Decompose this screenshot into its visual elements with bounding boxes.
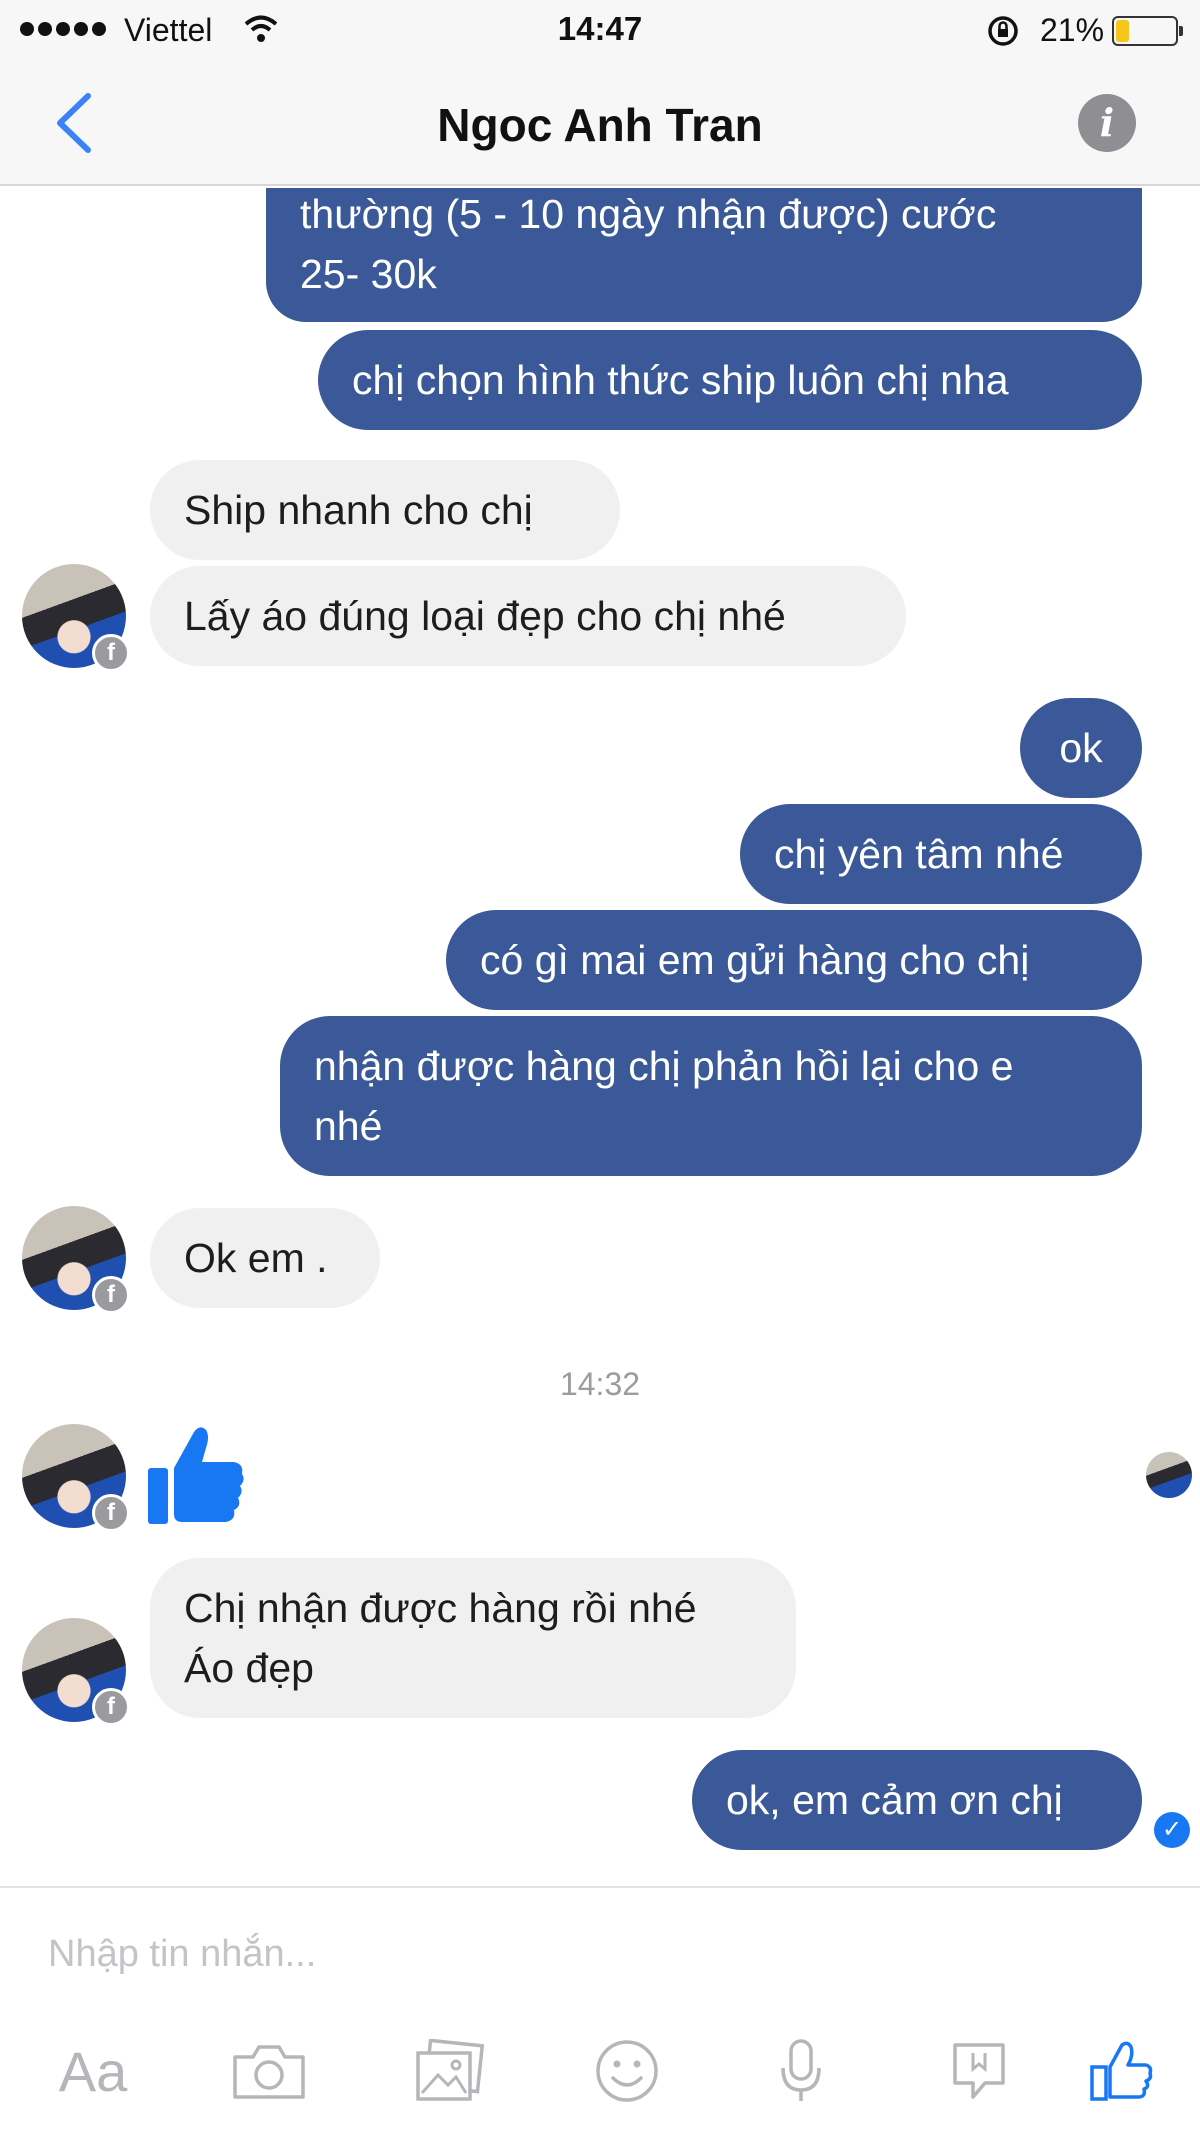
emoji-icon [596, 2040, 658, 2102]
message-bubble-outgoing[interactable]: ok [1020, 698, 1142, 798]
message-text: có gì mai em gửi hàng cho chị [480, 937, 1030, 983]
message-text: Ship nhanh cho chị [184, 487, 533, 533]
status-time: 14:47 [557, 10, 643, 47]
message-bubble-outgoing[interactable]: chị yên tâm nhé [740, 804, 1142, 904]
message-input[interactable] [48, 1924, 1148, 1984]
message-bubble-incoming[interactable]: Ship nhanh cho chị [150, 460, 620, 560]
voice-button[interactable] [756, 2036, 846, 2106]
facebook-badge-icon: f [92, 634, 130, 672]
info-button[interactable]: i [1078, 94, 1136, 152]
battery-percentage: 21% [1040, 12, 1105, 48]
microphone-icon [781, 2039, 821, 2101]
message-text: chị yên tâm nhé [774, 831, 1064, 877]
message-text: ok, em cảm ơn chị [726, 1777, 1063, 1823]
thumbs-up-icon[interactable] [146, 1424, 246, 1528]
message-text: nhé [314, 1103, 383, 1149]
text-format-button[interactable]: Aa [48, 2036, 138, 2106]
seen-indicator-avatar [1146, 1452, 1192, 1498]
message-bubble-incoming[interactable]: Ok em . [150, 1208, 380, 1308]
message-bubble-outgoing[interactable]: chị chọn hình thức ship luôn chị nha [318, 330, 1142, 430]
delivered-check-icon: ✓ [1154, 1812, 1190, 1848]
conversation-header: Ngoc Anh Tran i [0, 62, 1200, 186]
facebook-badge-icon: f [92, 1688, 130, 1726]
message-text: Chị nhận được hàng rồi nhé [184, 1585, 697, 1631]
contact-avatar[interactable]: f [22, 1618, 130, 1726]
message-bubble-outgoing[interactable]: thường (5 - 10 ngày nhận được) cước 25- … [266, 188, 1142, 322]
camera-icon [233, 2045, 305, 2099]
message-text: chị chọn hình thức ship luôn chị nha [352, 357, 1009, 403]
message-text: Ok em . [184, 1235, 328, 1281]
status-bar: Viettel 14:47 21% [0, 0, 1200, 62]
message-list[interactable]: thường (5 - 10 ngày nhận được) cước 25- … [0, 188, 1200, 1886]
message-bubble-outgoing[interactable]: nhận được hàng chị phản hồi lại cho e nh… [280, 1016, 1142, 1176]
message-bubble-incoming[interactable]: Lấy áo đúng loại đẹp cho chị nhé [150, 566, 906, 666]
message-bubble-incoming[interactable]: Chị nhận được hàng rồi nhé Áo đẹp [150, 1558, 796, 1718]
message-text: 25- 30k [300, 251, 437, 297]
contact-avatar[interactable]: f [22, 1206, 130, 1314]
message-text: ok [1059, 725, 1103, 771]
message-bubble-outgoing[interactable]: có gì mai em gửi hàng cho chị [446, 910, 1142, 1010]
battery-icon [1112, 16, 1183, 46]
like-button[interactable] [1076, 2036, 1166, 2106]
message-text: Lấy áo đúng loại đẹp cho chị nhé [184, 593, 786, 639]
emoji-button[interactable] [582, 2036, 672, 2106]
contact-avatar[interactable]: f [22, 564, 130, 672]
message-composer: Aa [0, 1886, 1200, 2133]
contact-name-title: Ngoc Anh Tran [437, 99, 763, 151]
contact-avatar[interactable]: f [22, 1424, 130, 1532]
facebook-badge-icon: f [92, 1276, 130, 1314]
rotation-lock-icon [988, 16, 1018, 46]
gallery-button[interactable] [404, 2036, 494, 2106]
message-text: nhận được hàng chị phản hồi lại cho e [314, 1043, 1014, 1089]
message-text: thường (5 - 10 ngày nhận được) cước [300, 191, 997, 237]
message-text: Áo đẹp [184, 1645, 314, 1691]
gallery-icon [416, 2039, 484, 2101]
timestamp-divider: 14:32 [559, 1366, 641, 1402]
like-icon [1090, 2041, 1153, 2101]
info-icon: i [1099, 100, 1115, 145]
location-button[interactable] [934, 2036, 1024, 2106]
camera-button[interactable] [224, 2036, 314, 2106]
battery-level-fill [1116, 20, 1130, 42]
message-bubble-outgoing[interactable]: ok, em cảm ơn chị [692, 1750, 1142, 1850]
facebook-badge-icon: f [92, 1494, 130, 1532]
location-pin-icon [953, 2043, 1005, 2099]
